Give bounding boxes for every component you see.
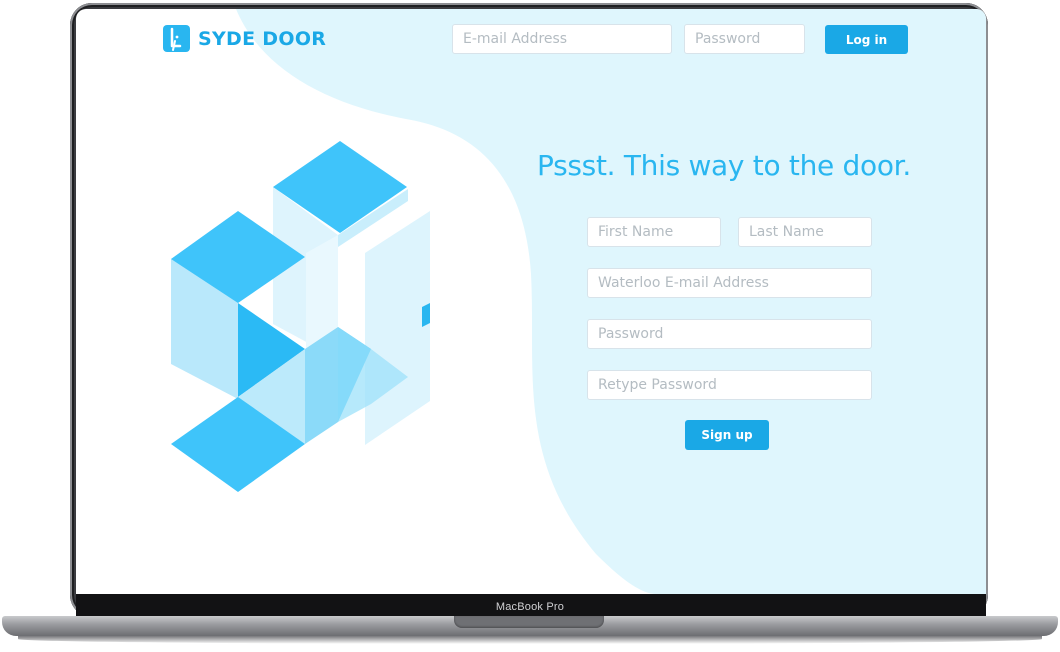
device-model-label: MacBook Pro — [495, 601, 565, 613]
login-email-input[interactable] — [452, 24, 672, 54]
brand-logo[interactable]: SYDE DOOR — [163, 25, 326, 52]
signup-heading: Pssst. This way to the door. — [537, 149, 911, 182]
waterloo-email-input[interactable] — [587, 268, 872, 298]
laptop-notch — [454, 616, 604, 628]
app-screen: SYDE DOOR Log in Pssst. This way to the … — [76, 9, 986, 594]
login-password-input[interactable] — [684, 24, 805, 54]
signup-button[interactable]: Sign up — [685, 420, 769, 450]
brand-name: SYDE DOOR — [198, 27, 327, 50]
first-name-input[interactable] — [587, 217, 721, 247]
last-name-input[interactable] — [738, 217, 872, 247]
door-logo-icon — [163, 25, 190, 52]
signup-password-input[interactable] — [587, 319, 872, 349]
retype-password-input[interactable] — [587, 370, 872, 400]
cubes-illustration — [171, 141, 430, 492]
login-button[interactable]: Log in — [825, 25, 908, 54]
